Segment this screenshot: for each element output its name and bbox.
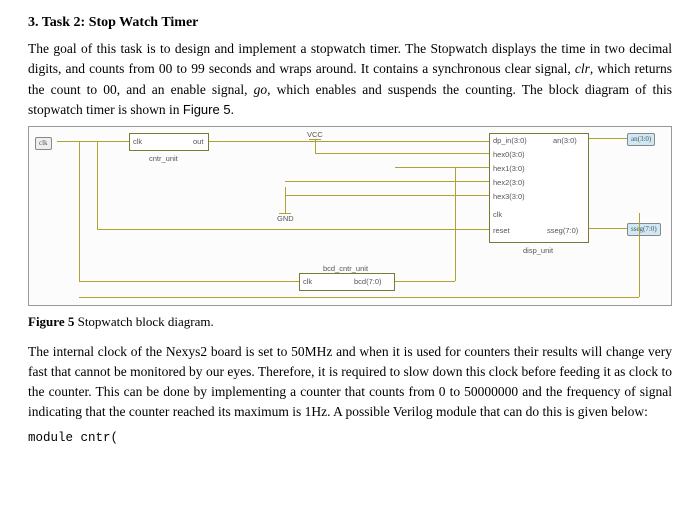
wire-cntr-out (209, 141, 489, 142)
disp-clk-label: clk (493, 209, 502, 220)
bcd-clk-label: clk (303, 276, 312, 287)
hex1-label: hex1(3:0) (493, 163, 525, 174)
wire-sseg-out (589, 228, 627, 229)
figure-ref: Figure 5 (183, 102, 231, 117)
an-in-label: an(3:0) (553, 135, 577, 146)
gnd-wire (285, 187, 286, 213)
p1-end: . (231, 102, 234, 117)
wire-an-out (589, 138, 627, 139)
hex0-label: hex0(3:0) (493, 149, 525, 160)
wire-hex2 (285, 181, 489, 182)
section-heading: 3. Task 2: Stop Watch Timer (28, 12, 672, 33)
wire-bcd-h (395, 281, 455, 282)
sseg-label: sseg(7:0) (547, 225, 578, 236)
paragraph-1: The goal of this task is to design and i… (28, 39, 672, 120)
signal-clr: clr (575, 61, 590, 76)
gnd-label: GND (277, 213, 294, 224)
dp-in-label: dp_in(3:0) (493, 135, 527, 146)
hex3-label: hex3(3:0) (493, 191, 525, 202)
reset-label: reset (493, 225, 510, 236)
figure-caption: Figure 5 Stopwatch block diagram. (28, 312, 672, 332)
code-snippet: module cntr( (28, 429, 672, 448)
wire-clk-bcd (79, 281, 299, 282)
cntr-unit-label: cntr_unit (149, 153, 178, 164)
hex2-label: hex2(3:0) (493, 177, 525, 188)
bcd-out-label: bcd(7:0) (354, 276, 382, 287)
paragraph-2: The internal clock of the Nexys2 board i… (28, 342, 672, 423)
disp-unit-label: disp_unit (523, 245, 553, 256)
wire-bottom (79, 297, 639, 298)
port-sseg-out: sseg(7:0) (627, 223, 661, 236)
wire-clk-cntr (57, 141, 129, 142)
port-clk-in: clk (35, 137, 52, 150)
wire-clk-down (79, 141, 80, 281)
caption-text: Stopwatch block diagram. (74, 314, 213, 329)
wire-reset (97, 229, 489, 230)
cntr-out-label: out (193, 136, 203, 147)
wire-hex0 (315, 153, 489, 154)
wire-right-v (639, 213, 640, 297)
wire-bcd-h2 (455, 167, 489, 168)
gnd-bar (279, 213, 291, 214)
signal-go: go (254, 82, 268, 97)
wire-hex3 (285, 195, 489, 196)
bcd-unit-label: bcd_cntr_unit (323, 263, 368, 274)
vcc-bar (309, 139, 321, 140)
wire-reset-v (97, 141, 98, 229)
caption-bold: Figure 5 (28, 314, 74, 329)
wire-bcd-v (455, 167, 456, 281)
block-diagram: clk clk out cntr_unit VCC GND clk bcd(7:… (28, 126, 672, 306)
cntr-clk-label: clk (133, 136, 142, 147)
port-an-out: an(3:0) (627, 133, 655, 146)
